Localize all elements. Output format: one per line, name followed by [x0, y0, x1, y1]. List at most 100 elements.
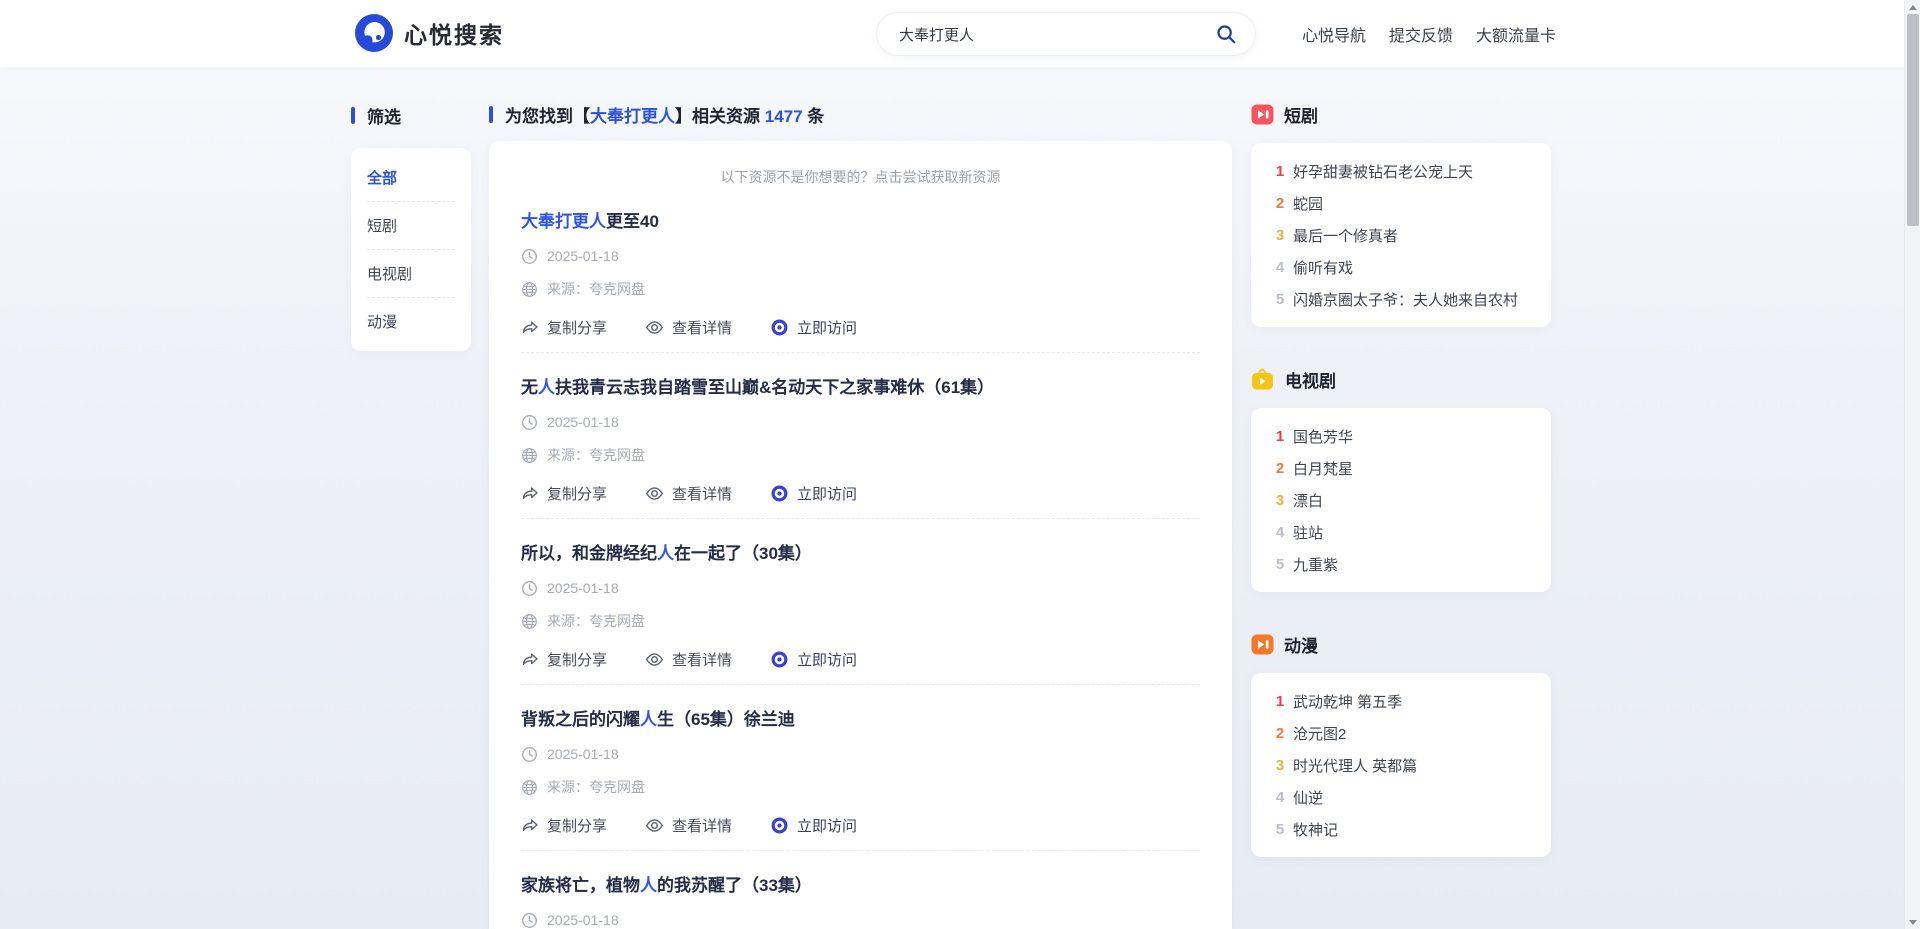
ranking-item[interactable]: 2白月梵星 — [1251, 452, 1551, 484]
copy-share-button[interactable]: 复制分享 — [521, 317, 607, 338]
copy-share-button[interactable]: 复制分享 — [521, 649, 607, 670]
result-actions: 复制分享 查看详情 立即访问 — [521, 482, 1200, 504]
scrollbar-thumb[interactable] — [1907, 14, 1919, 226]
nav-link-navigation[interactable]: 心悦导航 — [1302, 22, 1366, 46]
search-button[interactable] — [1211, 19, 1241, 49]
filter-item-全部[interactable]: 全部 — [367, 154, 455, 202]
brand-logo[interactable]: 心悦搜索 — [355, 14, 504, 52]
result-item: 大奉打更人更至402025-01-18来源：夸克网盘复制分享查看详情立即访问 — [521, 187, 1200, 353]
visit-now-button[interactable]: 立即访问 — [770, 815, 857, 836]
copy-share-button[interactable]: 复制分享 — [521, 483, 607, 504]
visit-now-button[interactable]: 立即访问 — [770, 483, 857, 504]
result-item: 无人扶我青云志我自踏雪至山巅&名动天下之家事难休（61集） 2025-01-18 来… — [521, 353, 1200, 519]
filter-title: 筛选 — [351, 104, 471, 126]
filter-item-电视剧[interactable]: 电视剧 — [367, 250, 455, 298]
ranking-card: 1好孕甜妻被钻石老公宠上天2蛇园3最后一个修真者4偷听有戏5闪婚京圈太子爷：夫人… — [1251, 143, 1551, 327]
ranking-item[interactable]: 5九重紫 — [1251, 548, 1551, 580]
result-actions: 复制分享 查看详情 立即访问 — [521, 814, 1200, 836]
result-title-link[interactable]: 背叛之后的闪耀人生（65集）徐兰迪 — [521, 709, 1200, 731]
page-scrollbar[interactable] — [1904, 0, 1920, 929]
result-source: 来源：夸克网盘 — [547, 611, 645, 631]
ranking-item-title: 漂白 — [1293, 490, 1323, 511]
view-detail-button[interactable]: 查看详情 — [645, 649, 732, 670]
ranking-title: 短剧 — [1284, 102, 1318, 127]
view-detail-button[interactable]: 查看详情 — [645, 815, 732, 836]
result-source-row: 来源：夸克网盘 — [521, 777, 1200, 797]
result-title-link[interactable]: 所以，和金牌经纪人在一起了（30集） — [521, 543, 1200, 565]
ranking-item[interactable]: 5闪婚京圈太子爷：夫人她来自农村 — [1251, 283, 1551, 315]
nav-link-data-card[interactable]: 大额流量卡 — [1476, 22, 1556, 46]
rank-number: 2 — [1273, 725, 1287, 742]
ranking-item[interactable]: 5牧神记 — [1251, 813, 1551, 845]
ranking-item-title: 偷听有戏 — [1293, 257, 1353, 278]
visit-now-button[interactable]: 立即访问 — [770, 649, 857, 670]
keyword-highlight: 人 — [640, 710, 657, 729]
ranking-item[interactable]: 3最后一个修真者 — [1251, 219, 1551, 251]
result-source: 来源：夸克网盘 — [547, 445, 645, 465]
result-title-link[interactable]: 大奉打更人更至40 — [521, 211, 1200, 233]
scrollbar-up-arrow-icon[interactable] — [1905, 0, 1920, 14]
ranking-item[interactable]: 1好孕甜妻被钻石老公宠上天 — [1251, 155, 1551, 187]
rank-number: 3 — [1273, 492, 1287, 509]
search-input[interactable] — [899, 26, 1211, 43]
ranking-header: 电视剧 — [1251, 367, 1551, 391]
eye-icon — [645, 650, 664, 669]
ranking-item-title: 最后一个修真者 — [1293, 225, 1398, 246]
result-date: 2025-01-18 — [547, 912, 619, 928]
rank-number: 2 — [1273, 460, 1287, 477]
filter-item-短剧[interactable]: 短剧 — [367, 202, 455, 250]
ranking-header: 短剧 — [1251, 102, 1551, 126]
result-actions: 复制分享 查看详情 立即访问 — [521, 316, 1200, 338]
share-arrow-icon — [521, 318, 539, 336]
filter-item-动漫[interactable]: 动漫 — [367, 298, 455, 345]
globe-icon — [521, 281, 538, 298]
filter-sidebar: 筛选 全部短剧电视剧动漫 — [351, 104, 471, 351]
globe-icon — [521, 613, 538, 630]
clock-icon — [521, 414, 538, 431]
ranking-item-title: 好孕甜妻被钻石老公宠上天 — [1293, 161, 1473, 182]
results-card: 以下资源不是你想要的？点击尝试获取新资源 大奉打更人更至40 2025-01-18… — [489, 141, 1232, 929]
ranking-item[interactable]: 4仙逆 — [1251, 781, 1551, 813]
result-title-link[interactable]: 家族将亡，植物人的我苏醒了（33集） — [521, 875, 1200, 897]
ranking-title: 电视剧 — [1285, 367, 1336, 392]
ranking-item[interactable]: 4驻站 — [1251, 516, 1551, 548]
copy-share-button[interactable]: 复制分享 — [521, 815, 607, 836]
view-detail-button[interactable]: 查看详情 — [645, 483, 732, 504]
ranking-item[interactable]: 2沧元图2 — [1251, 717, 1551, 749]
results-count: 1477 — [765, 107, 803, 126]
view-detail-button[interactable]: 查看详情 — [645, 317, 732, 338]
result-title-link[interactable]: 无人扶我青云志我自踏雪至山巅&名动天下之家事难休（61集） — [521, 377, 1200, 399]
ranking-section-电视剧: 电视剧 1国色芳华2白月梵星 3 漂白 4驻站5九重紫 — [1251, 367, 1551, 592]
nav-link-feedback[interactable]: 提交反馈 — [1389, 22, 1453, 46]
results-list: 大奉打更人更至402025-01-18来源：夸克网盘复制分享查看详情立即访问无人… — [521, 187, 1200, 929]
result-date-row: 2025-01-18 — [521, 412, 1200, 432]
visit-now-button[interactable]: 立即访问 — [770, 317, 857, 338]
clock-icon — [521, 912, 538, 929]
keyword-highlight: 人 — [538, 378, 555, 397]
ranking-item-title: 牧神记 — [1293, 819, 1338, 840]
ranking-item[interactable]: 1国色芳华 — [1251, 420, 1551, 452]
results-keyword: 大奉打更人 — [590, 107, 675, 126]
search-box — [876, 12, 1256, 56]
result-date: 2025-01-18 — [547, 580, 619, 596]
ranking-item[interactable]: 2蛇园 — [1251, 187, 1551, 219]
result-source: 来源：夸克网盘 — [547, 777, 645, 797]
result-item: 家族将亡，植物人的我苏醒了（33集） 2025-01-18 — [521, 851, 1200, 929]
refresh-notice-link[interactable]: 以下资源不是你想要的？点击尝试获取新资源 — [521, 167, 1200, 187]
ranking-item[interactable]: 1武动乾坤 第五季 — [1251, 685, 1551, 717]
scrollbar-down-arrow-icon[interactable] — [1905, 915, 1920, 929]
rank-number: 2 — [1273, 195, 1287, 212]
result-actions: 复制分享 查看详情 立即访问 — [521, 648, 1200, 670]
ranking-item-title: 仙逆 — [1293, 787, 1323, 808]
ranking-item[interactable]: 3 漂白 — [1251, 484, 1551, 516]
globe-icon — [521, 447, 538, 464]
result-date-row: 2025-01-18 — [521, 910, 1200, 929]
ranking-item[interactable]: 3时光代理人 英都篇 — [1251, 749, 1551, 781]
short-drama-play-icon — [1251, 103, 1274, 126]
result-source-row: 来源：夸克网盘 — [521, 279, 1200, 299]
share-arrow-icon — [521, 650, 539, 668]
ranking-item[interactable]: 4偷听有戏 — [1251, 251, 1551, 283]
result-date-row: 2025-01-18 — [521, 744, 1200, 764]
top-header: 心悦搜索 心悦导航 提交反馈 大额流量卡 — [0, 0, 1920, 67]
eye-icon — [645, 318, 664, 337]
